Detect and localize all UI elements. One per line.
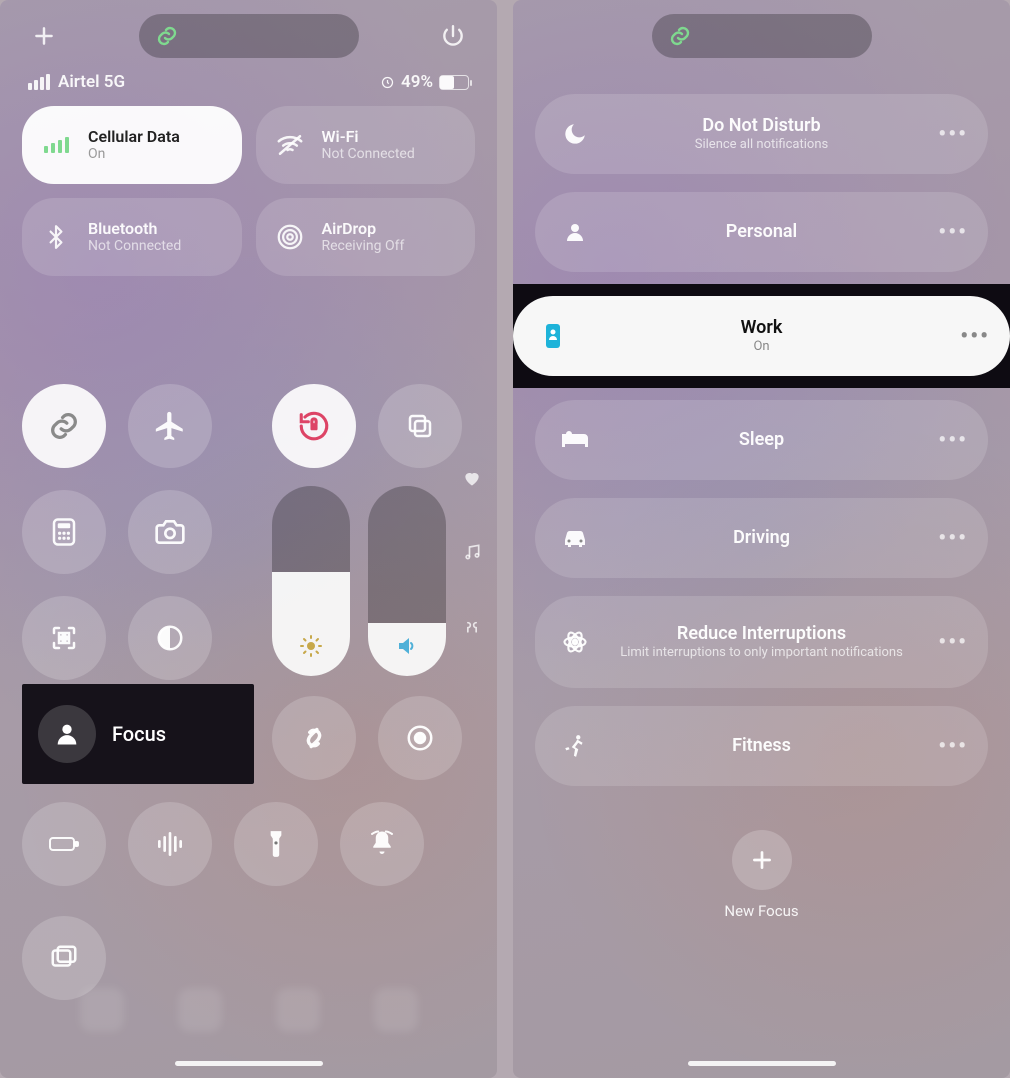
personal-hotspot-button[interactable] <box>22 384 106 468</box>
calculator-button[interactable] <box>22 490 106 574</box>
bluetooth-title: Bluetooth <box>88 219 181 238</box>
link-icon <box>153 22 181 50</box>
focus-list: Do Not DisturbSilence all notifications … <box>535 94 988 786</box>
airdrop-sub: Receiving Off <box>322 238 405 255</box>
dock-blur <box>0 988 497 1032</box>
sun-icon <box>299 634 323 658</box>
home-indicator[interactable] <box>175 1061 323 1066</box>
airpods-icon <box>462 616 482 636</box>
dark-mode-button[interactable] <box>128 596 212 680</box>
status-row: Airtel 5G 49% <box>22 72 475 106</box>
cellular-title: Cellular Data <box>88 127 180 146</box>
focus-tile-highlight: Focus <box>22 684 254 784</box>
camera-button[interactable] <box>128 490 212 574</box>
cellular-tile[interactable]: Cellular DataOn <box>22 106 242 184</box>
control-center-screenshot: Airtel 5G 49% Cellular DataOn Wi-FiNot C… <box>0 0 497 1078</box>
focus-item-sub: Limit interruptions to only important no… <box>535 645 988 661</box>
focus-item-driving[interactable]: Driving ••• <box>535 498 988 578</box>
top-bar <box>22 18 475 54</box>
sound-recognition-button[interactable] <box>128 802 212 886</box>
focus-item-fitness[interactable]: Fitness ••• <box>535 706 988 786</box>
carrier-label: Airtel 5G <box>58 72 125 92</box>
wifi-title: Wi-Fi <box>322 127 415 146</box>
screen-record-button[interactable] <box>378 696 462 780</box>
bluetooth-sub: Not Connected <box>88 238 181 255</box>
signal-bars-icon <box>28 74 50 90</box>
connectivity-grid: Cellular DataOn Wi-FiNot Connected Bluet… <box>22 106 475 276</box>
power-icon <box>440 23 466 49</box>
airplane-mode-button[interactable] <box>128 384 212 468</box>
qr-scan-button[interactable] <box>22 596 106 680</box>
focus-item-work[interactable]: WorkOn ••• <box>513 296 1010 376</box>
orientation-lock-icon <box>380 75 395 90</box>
silent-mode-button[interactable] <box>340 802 424 886</box>
flashlight-button[interactable] <box>234 802 318 886</box>
dynamic-island[interactable] <box>652 14 872 58</box>
cellular-icon <box>38 127 74 163</box>
heart-icon <box>462 468 482 488</box>
dynamic-island[interactable] <box>139 14 359 58</box>
focus-item-title: Work <box>513 317 1010 340</box>
airdrop-icon <box>272 219 308 255</box>
airdrop-tile[interactable]: AirDropReceiving Off <box>256 198 476 276</box>
controls-grid <box>22 384 212 680</box>
low-power-button[interactable] <box>22 802 106 886</box>
focus-item-sub: Silence all notifications <box>535 137 988 153</box>
wifi-icon <box>272 127 308 163</box>
battery-percent: 49% <box>401 72 433 92</box>
battery-icon <box>439 75 469 90</box>
screen-mirroring-button[interactable] <box>378 384 462 468</box>
focus-item-title: Sleep <box>535 429 988 452</box>
volume-slider[interactable] <box>368 486 446 676</box>
new-focus-button[interactable] <box>732 830 792 890</box>
person-icon <box>38 705 96 763</box>
focus-item-work-highlight: WorkOn ••• <box>513 284 1010 388</box>
focus-item-sleep[interactable]: Sleep ••• <box>535 400 988 480</box>
focus-item-title: Personal <box>535 221 988 244</box>
orientation-lock-button[interactable] <box>272 384 356 468</box>
focus-item-title: Do Not Disturb <box>535 115 988 138</box>
bluetooth-icon <box>38 219 74 255</box>
wifi-tile[interactable]: Wi-FiNot Connected <box>256 106 476 184</box>
focus-item-title: Reduce Interruptions <box>535 623 988 646</box>
speaker-icon <box>395 634 419 658</box>
new-focus: New Focus <box>535 830 988 920</box>
bluetooth-tile[interactable]: BluetoothNot Connected <box>22 198 242 276</box>
focus-menu-screenshot: Do Not DisturbSilence all notifications … <box>513 0 1010 1078</box>
focus-item-title: Fitness <box>535 735 988 758</box>
focus-item-dnd[interactable]: Do Not DisturbSilence all notifications … <box>535 94 988 174</box>
focus-label: Focus <box>112 722 166 746</box>
shazam-button[interactable] <box>272 696 356 780</box>
focus-item-reduce[interactable]: Reduce InterruptionsLimit interruptions … <box>535 596 988 688</box>
focus-tile[interactable]: Focus <box>32 694 244 774</box>
airdrop-title: AirDrop <box>322 219 405 238</box>
power-button[interactable] <box>431 23 475 49</box>
focus-item-title: Driving <box>535 527 988 550</box>
plus-icon <box>749 847 775 873</box>
link-icon <box>666 22 694 50</box>
add-control-button[interactable] <box>22 23 66 49</box>
top-bar <box>535 18 988 54</box>
plus-icon <box>31 23 57 49</box>
new-focus-label: New Focus <box>724 902 798 920</box>
focus-item-personal[interactable]: Personal ••• <box>535 192 988 272</box>
cellular-sub: On <box>88 146 180 163</box>
brightness-slider[interactable] <box>272 486 350 676</box>
music-icon <box>462 542 482 562</box>
focus-item-sub: On <box>513 339 1010 355</box>
wifi-sub: Not Connected <box>322 146 415 163</box>
home-indicator[interactable] <box>688 1061 836 1066</box>
